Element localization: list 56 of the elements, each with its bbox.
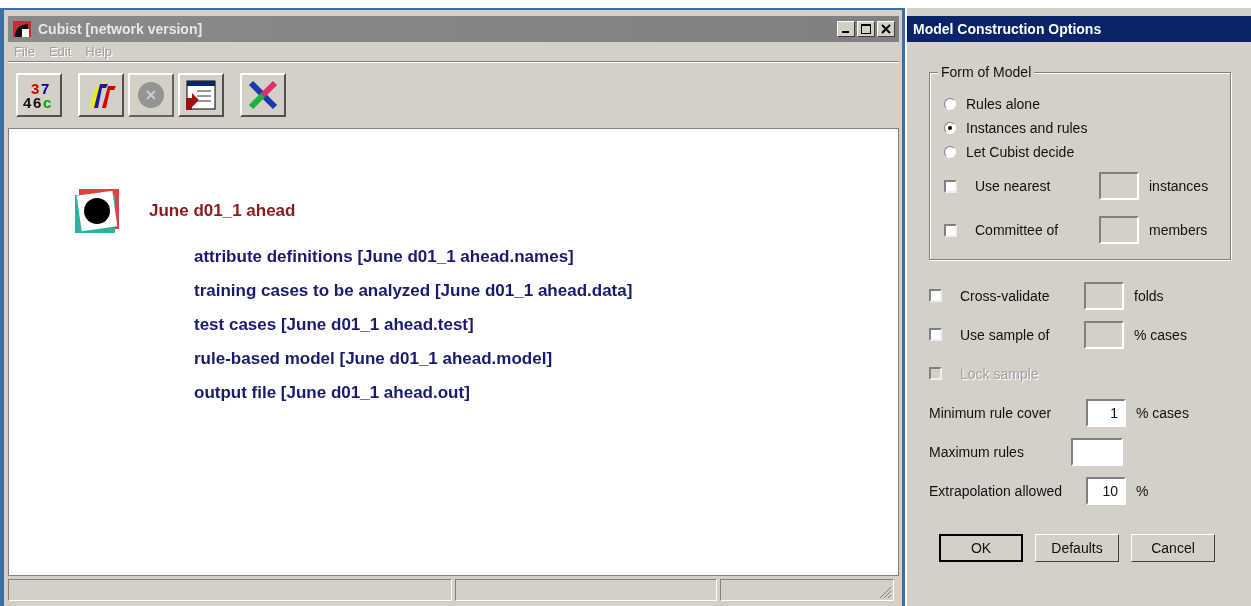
input-field[interactable]: [1099, 216, 1139, 244]
checkbox[interactable]: [929, 289, 942, 302]
option-label: Use nearest: [975, 178, 1052, 194]
file-link[interactable]: training cases to be analyzed [June d01_1 ahead.data]: [194, 281, 898, 301]
dialog-button[interactable]: Defaults: [1035, 534, 1119, 562]
unit-label: %: [1136, 482, 1149, 499]
input-field[interactable]: [1099, 172, 1139, 200]
dialog-button[interactable]: OK: [939, 534, 1023, 562]
radio-button[interactable]: [944, 122, 956, 134]
cross-icon: [246, 78, 280, 112]
unit-label: % cases: [1136, 404, 1189, 421]
app-icon: [12, 20, 32, 38]
group-title: Form of Model: [938, 64, 1035, 80]
radio-label: Let Cubist decide: [966, 144, 1075, 160]
window-title: Cubist [network version]: [38, 21, 204, 37]
radio-label: Rules alone: [966, 96, 1040, 112]
checkbox[interactable]: [944, 179, 957, 193]
input-field[interactable]: [1084, 281, 1124, 310]
resize-grip-icon: [878, 585, 892, 599]
option-label: Extrapolation allowed: [929, 482, 1064, 499]
input-field[interactable]: [1071, 437, 1123, 466]
maximize-icon: [861, 24, 871, 34]
input-field[interactable]: [1084, 320, 1124, 349]
project-icon: [75, 189, 121, 233]
close-icon: [881, 24, 891, 34]
input-field[interactable]: 1: [1086, 398, 1126, 427]
dialog-button[interactable]: Cancel: [1131, 534, 1215, 562]
unit-label: members: [1149, 222, 1208, 238]
file-link[interactable]: attribute definitions [June d01_1 ahead.names]: [194, 247, 898, 267]
report-icon: [183, 78, 219, 112]
option-label: Committee of: [975, 222, 1060, 238]
radio-button[interactable]: [944, 98, 956, 110]
file-link[interactable]: output file [June d01_1 ahead.out]: [194, 383, 898, 403]
radio-button[interactable]: [944, 146, 956, 158]
minimize-button[interactable]: [837, 21, 855, 37]
project-name: June d01_1 ahead: [149, 201, 296, 221]
file-link[interactable]: rule-based model [June d01_1 ahead.model]: [194, 349, 898, 369]
input-field[interactable]: 10: [1086, 476, 1126, 505]
maximize-button[interactable]: [857, 21, 875, 37]
checkbox[interactable]: [944, 223, 957, 237]
toolbar-button[interactable]: [240, 73, 286, 117]
option-label: Minimum rule cover: [929, 404, 1053, 421]
checkbox[interactable]: [929, 328, 942, 341]
option-label: Use sample of: [960, 326, 1051, 343]
close-button[interactable]: [877, 21, 895, 37]
stop-icon: [136, 80, 166, 110]
unit-label: folds: [1134, 287, 1164, 304]
file-link[interactable]: test cases [June d01_1 ahead.test]: [194, 315, 898, 335]
dialog-title: Model Construction Options: [907, 16, 1251, 42]
unit-label: instances: [1149, 178, 1209, 194]
radio-label: Instances and rules: [966, 120, 1088, 136]
option-label: Maximum rules: [929, 443, 1025, 460]
unit-label: % cases: [1134, 326, 1187, 343]
toolbar-button[interactable]: [178, 73, 224, 117]
toolbar-button[interactable]: [78, 73, 124, 117]
option-label: Cross-validate: [960, 287, 1051, 304]
